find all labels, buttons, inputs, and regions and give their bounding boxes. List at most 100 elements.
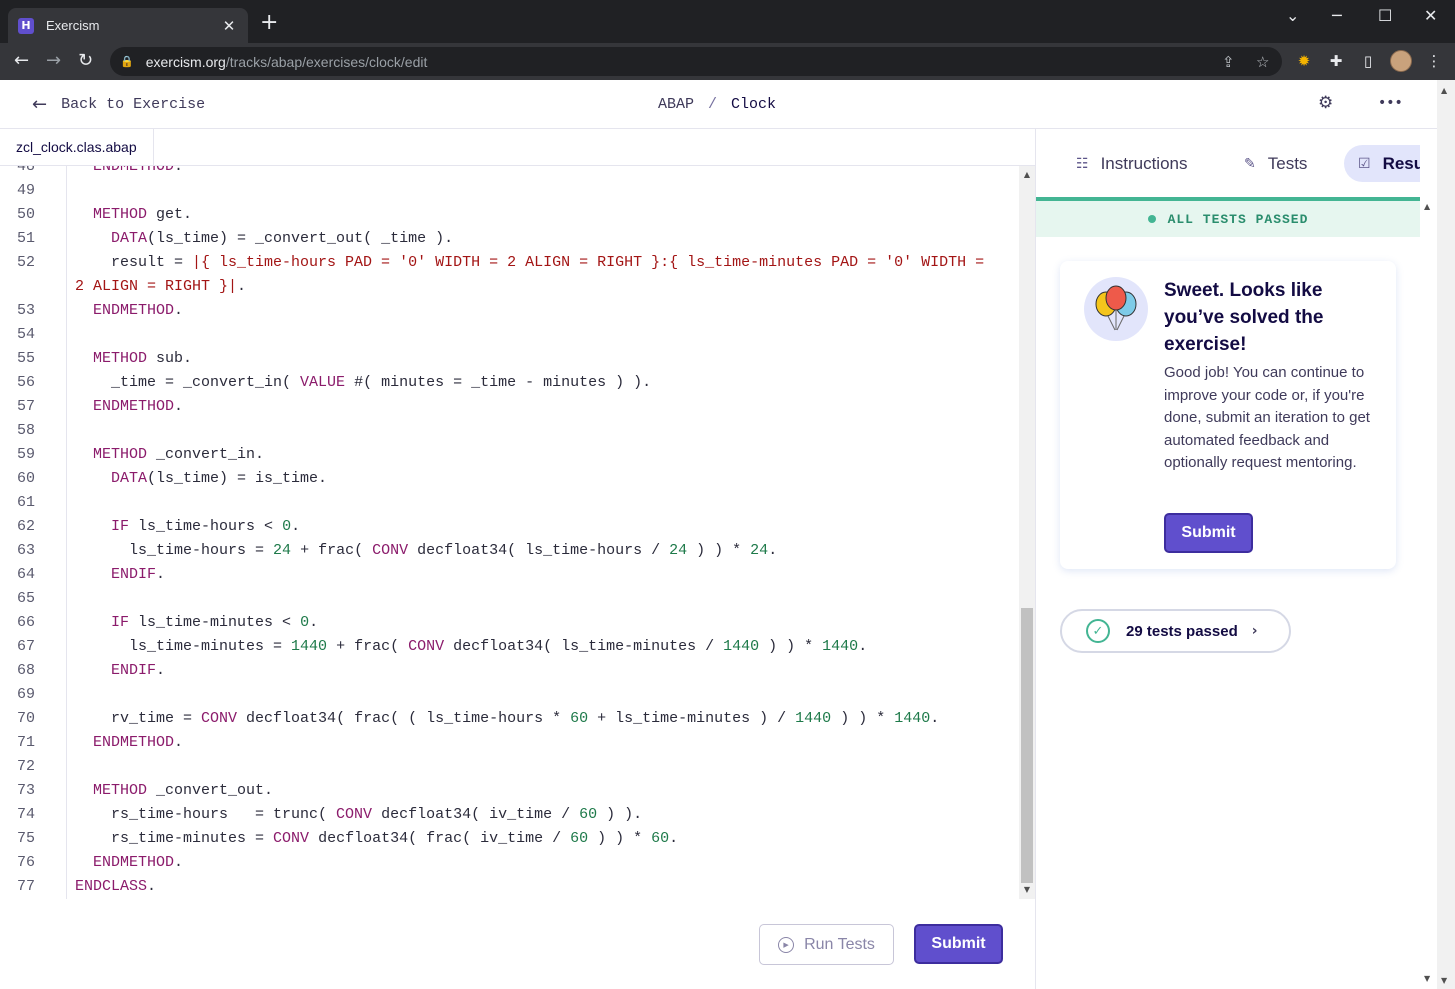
forward-nav-icon[interactable]: → (46, 51, 61, 71)
code-line[interactable]: 75 rs_time-minutes = CONV decfloat34( fr… (0, 827, 1019, 851)
page-scroll-up-icon[interactable]: ▲ (1441, 86, 1447, 95)
code-text[interactable]: IF ls_time-hours < 0. (75, 515, 300, 539)
code-line[interactable]: 61 (0, 491, 1019, 515)
profile-avatar[interactable] (1390, 50, 1412, 72)
code-line[interactable]: 67 ls_time-minutes = 1440 + frac( CONV d… (0, 635, 1019, 659)
code-editor[interactable]: 48 ENDMETHOD. 49 50 METHOD get. 51 DATA(ls_… (0, 166, 1019, 899)
code-text[interactable]: METHOD _convert_out. (75, 779, 273, 803)
code-text[interactable]: IF ls_time-minutes < 0. (75, 611, 318, 635)
minimize-icon[interactable]: ─ (1332, 6, 1342, 25)
panel-scroll-up-icon[interactable]: ▲ (1424, 202, 1430, 211)
code-line[interactable]: 53 ENDMETHOD. (0, 299, 1019, 323)
tab-search-icon[interactable]: ⌄ (1286, 6, 1299, 25)
run-tests-button[interactable]: ▶ Run Tests (759, 924, 894, 965)
code-text[interactable]: ENDMETHOD. (75, 166, 183, 179)
code-text[interactable]: 2 ALIGN = RIGHT }|. (75, 275, 246, 299)
extension-icon[interactable]: ✹ (1294, 51, 1314, 71)
code-line[interactable]: 70 rv_time = CONV decfloat34( frac( ( ls… (0, 707, 1019, 731)
code-text[interactable]: result = |{ ls_time-hours PAD = '0' WIDT… (75, 251, 984, 275)
code-text[interactable]: ENDMETHOD. (75, 851, 183, 875)
code-line[interactable]: 52 result = |{ ls_time-hours PAD = '0' W… (0, 251, 1019, 275)
share-icon[interactable]: ⇪ (1222, 53, 1235, 71)
code-line[interactable]: 76 ENDMETHOD. (0, 851, 1019, 875)
maximize-icon[interactable]: ☐ (1378, 6, 1392, 25)
back-to-exercise-link[interactable]: ← Back to Exercise (32, 94, 205, 115)
panel-scroll-down-icon[interactable]: ▼ (1424, 974, 1430, 983)
code-line[interactable]: 73 METHOD _convert_out. (0, 779, 1019, 803)
editor-scrollbar[interactable]: ▲ ▼ (1019, 166, 1035, 899)
code-line[interactable]: 51 DATA(ls_time) = _convert_out( _time )… (0, 227, 1019, 251)
code-text[interactable]: ENDIF. (75, 563, 165, 587)
editor-scrollbar-thumb[interactable] (1021, 608, 1033, 883)
code-line[interactable]: 65 (0, 587, 1019, 611)
scroll-down-icon[interactable]: ▼ (1022, 885, 1032, 894)
tests-passed-button[interactable]: ✓ 29 tests passed › (1060, 609, 1291, 653)
code-text[interactable]: ENDIF. (75, 659, 165, 683)
tab-results[interactable]: ☑ Results (1344, 145, 1420, 182)
code-line[interactable]: 2 ALIGN = RIGHT }|. (0, 275, 1019, 299)
code-text[interactable]: rs_time-hours = trunc( CONV decfloat34( … (75, 803, 642, 827)
page-scroll-down-icon[interactable]: ▼ (1441, 976, 1447, 985)
code-text[interactable]: ENDCLASS. (75, 875, 156, 899)
close-tab-icon[interactable]: ✕ (220, 17, 238, 35)
code-line[interactable]: 60 DATA(ls_time) = is_time. (0, 467, 1019, 491)
code-line[interactable]: 72 (0, 755, 1019, 779)
code-text[interactable]: METHOD get. (75, 203, 192, 227)
reload-icon[interactable]: ↻ (78, 51, 93, 71)
scroll-up-icon[interactable]: ▲ (1022, 170, 1032, 179)
code-line[interactable]: 57 ENDMETHOD. (0, 395, 1019, 419)
browser-tab[interactable]: H Exercism ✕ (8, 8, 248, 43)
code-text[interactable]: ENDMETHOD. (75, 731, 183, 755)
code-text[interactable]: ENDMETHOD. (75, 395, 183, 419)
code-line[interactable]: 69 (0, 683, 1019, 707)
puzzle-extensions-icon[interactable]: ✚ (1326, 51, 1346, 71)
breadcrumb-separator: / (708, 96, 718, 113)
submit-button[interactable]: Submit (914, 924, 1003, 964)
code-text[interactable]: rv_time = CONV decfloat34( frac( ( ls_ti… (75, 707, 939, 731)
settings-gear-icon[interactable]: ⚙ (1318, 93, 1333, 113)
code-line[interactable]: 48 ENDMETHOD. (0, 166, 1019, 179)
code-line[interactable]: 71 ENDMETHOD. (0, 731, 1019, 755)
code-text[interactable]: METHOD sub. (75, 347, 192, 371)
code-line[interactable]: 50 METHOD get. (0, 203, 1019, 227)
code-line[interactable]: 56 _time = _convert_in( VALUE #( minutes… (0, 371, 1019, 395)
arrow-left-icon: ← (32, 94, 48, 115)
browser-menu-icon[interactable]: ⋮ (1424, 51, 1444, 71)
code-line[interactable]: 62 IF ls_time-hours < 0. (0, 515, 1019, 539)
card-submit-button[interactable]: Submit (1164, 513, 1253, 553)
code-line[interactable]: 49 (0, 179, 1019, 203)
panel-scrollbar[interactable]: ▲ ▼ (1420, 196, 1437, 989)
tab-tests[interactable]: ✎ Tests (1230, 145, 1321, 182)
code-line[interactable]: 74 rs_time-hours = trunc( CONV decfloat3… (0, 803, 1019, 827)
tab-instructions[interactable]: ☷ Instructions (1062, 145, 1202, 182)
code-line[interactable]: 77 ENDCLASS. (0, 875, 1019, 899)
back-nav-icon[interactable]: ← (14, 51, 29, 71)
code-text[interactable]: ENDMETHOD. (75, 299, 183, 323)
code-text[interactable]: ls_time-hours = 24 + frac( CONV decfloat… (75, 539, 777, 563)
more-options-icon[interactable]: ••• (1378, 95, 1403, 111)
address-bar[interactable]: 🔒 exercism.org /tracks/abap/exercises/cl… (110, 47, 1282, 76)
code-line[interactable]: 55 METHOD sub. (0, 347, 1019, 371)
code-line[interactable]: 63 ls_time-hours = 24 + frac( CONV decfl… (0, 539, 1019, 563)
code-line[interactable]: 66 IF ls_time-minutes < 0. (0, 611, 1019, 635)
code-text[interactable]: rs_time-minutes = CONV decfloat34( frac(… (75, 827, 678, 851)
new-tab-icon[interactable]: + (260, 12, 278, 34)
bookmark-star-icon[interactable]: ☆ (1256, 53, 1269, 71)
side-panel-icon[interactable]: ▯ (1358, 51, 1378, 71)
code-line[interactable]: 59 METHOD _convert_in. (0, 443, 1019, 467)
close-window-icon[interactable]: ✕ (1424, 6, 1437, 25)
code-text[interactable]: _time = _convert_in( VALUE #( minutes = … (75, 371, 651, 395)
code-line[interactable]: 54 (0, 323, 1019, 347)
code-line[interactable]: 58 (0, 419, 1019, 443)
code-line[interactable]: 64 ENDIF. (0, 563, 1019, 587)
code-text[interactable]: ls_time-minutes = 1440 + frac( CONV decf… (75, 635, 867, 659)
code-line[interactable]: 68 ENDIF. (0, 659, 1019, 683)
page-scrollbar[interactable]: ▲ ▼ (1437, 80, 1455, 989)
line-number: 53 (16, 302, 35, 319)
line-number: 65 (16, 590, 35, 607)
code-text[interactable]: METHOD _convert_in. (75, 443, 264, 467)
code-text[interactable]: DATA(ls_time) = is_time. (75, 467, 327, 491)
editor-header: ← Back to Exercise ABAP / Clock ⚙ ••• (0, 80, 1437, 129)
code-text[interactable]: DATA(ls_time) = _convert_out( _time ). (75, 227, 453, 251)
file-tab[interactable]: zcl_clock.clas.abap (0, 129, 154, 165)
